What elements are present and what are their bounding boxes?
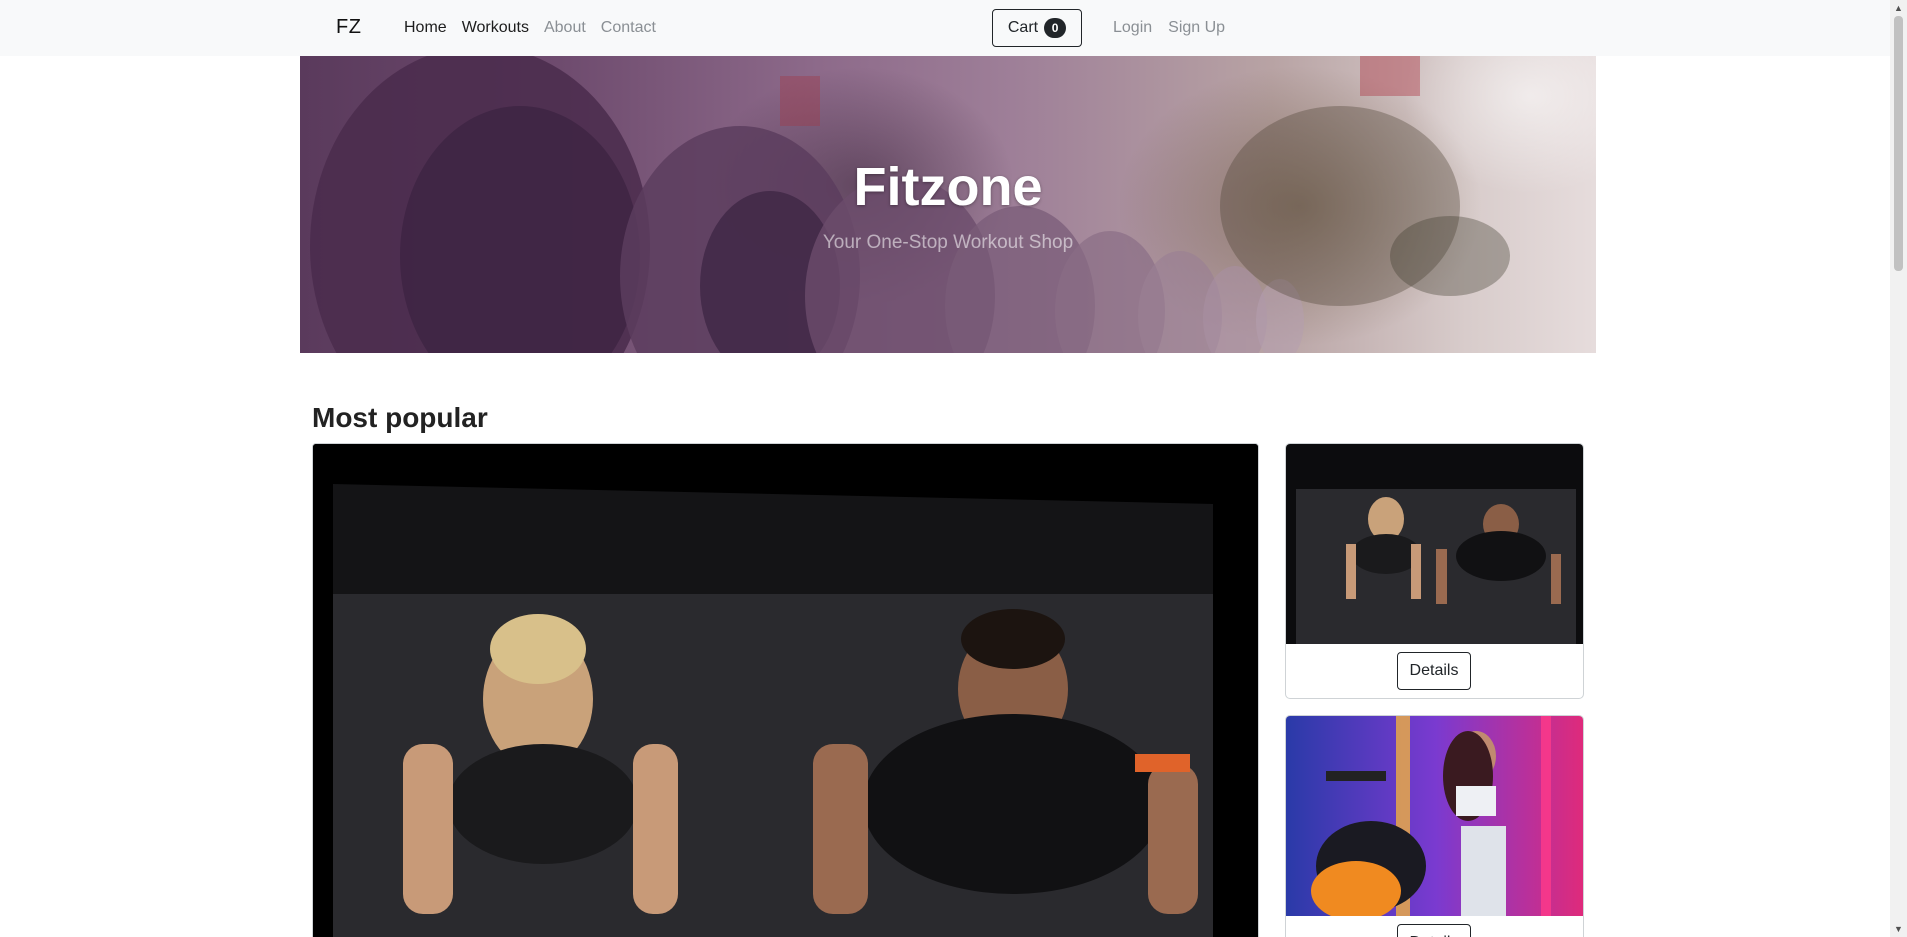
featured-workout-card[interactable] xyxy=(312,443,1259,937)
signup-link[interactable]: Sign Up xyxy=(1168,18,1225,38)
section-title-most-popular: Most popular xyxy=(312,402,488,433)
details-button[interactable]: Details xyxy=(1397,924,1471,937)
nav-link-workouts[interactable]: Workouts xyxy=(462,18,529,38)
details-button[interactable]: Details xyxy=(1397,652,1471,690)
nav-link-contact[interactable]: Contact xyxy=(601,18,656,38)
scrollbar-thumb[interactable] xyxy=(1894,16,1903,271)
scroll-up-arrow-icon[interactable]: ▲ xyxy=(1890,0,1907,16)
workout-card: Details xyxy=(1285,715,1584,937)
page: FZ Home Workouts About Contact Cart 0 Lo… xyxy=(0,0,1907,937)
cart-button[interactable]: Cart 0 xyxy=(992,9,1082,47)
workout-card-image xyxy=(1286,716,1583,916)
cart-label: Cart xyxy=(1007,19,1039,36)
page-scrollbar[interactable]: ▲ ▼ xyxy=(1890,0,1907,937)
navbar: FZ Home Workouts About Contact Cart 0 Lo… xyxy=(0,0,1890,56)
hero-subtitle: Your One-Stop Workout Shop xyxy=(822,232,1074,253)
nav-link-about[interactable]: About xyxy=(544,18,586,38)
auth-links: Login Sign Up xyxy=(1113,18,1241,38)
featured-workout-image xyxy=(313,444,1258,937)
hero-banner: Fitzone Your One-Stop Workout Shop xyxy=(300,56,1596,353)
cart-count-badge: 0 xyxy=(1044,18,1067,38)
brand-logo[interactable]: FZ xyxy=(336,16,361,39)
workout-card: Details xyxy=(1285,443,1584,699)
nav-link-home[interactable]: Home xyxy=(404,18,447,38)
scroll-down-arrow-icon[interactable]: ▼ xyxy=(1890,921,1907,937)
hero-title: Fitzone xyxy=(853,157,1043,217)
workout-card-image xyxy=(1286,444,1583,644)
nav-links: Home Workouts About Contact xyxy=(404,18,671,38)
login-link[interactable]: Login xyxy=(1113,18,1152,38)
